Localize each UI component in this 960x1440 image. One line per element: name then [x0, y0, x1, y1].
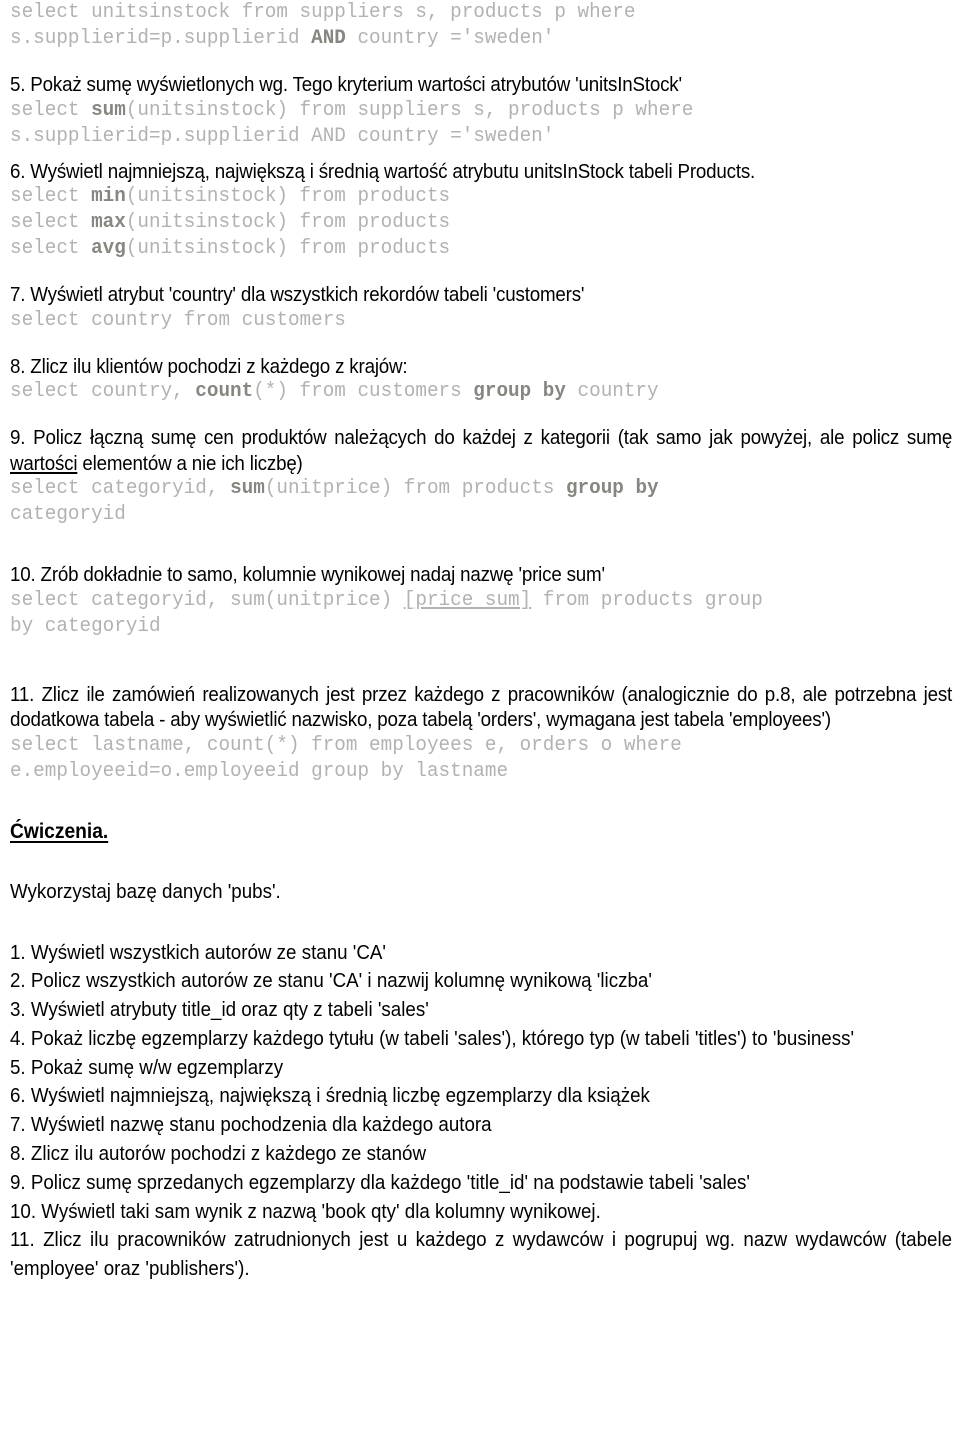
code-block-q11: select lastname, count(*) from employees… [10, 733, 682, 783]
exercise-item: 7. Wyświetl nazwę stanu pochodzenia dla … [10, 1113, 492, 1137]
document-page: select unitsinstock from suppliers s, pr… [0, 0, 960, 1440]
exercise-item: 6. Wyświetl najmniejszą, największą i śr… [10, 1084, 650, 1108]
exercise-item: 11. Zlicz ilu pracowników zatrudnionych … [10, 1228, 953, 1281]
exercise-item: 10. Wyświetl taki sam wynik z nazwą 'boo… [10, 1199, 601, 1223]
exercise-item: 2. Policz wszystkich autorów ze stanu 'C… [10, 969, 652, 993]
exercise-item: 8. Zlicz ilu autorów pochodzi z każdego … [10, 1142, 427, 1166]
question-7: 7. Wyświetl atrybut 'country' dla wszyst… [10, 283, 585, 306]
code-block-q7: select country from customers [10, 308, 346, 332]
exercises-heading-wrap: Ćwiczenia. [10, 819, 952, 845]
document-content: select unitsinstock from suppliers s, pr… [10, 0, 952, 1284]
question-9: 9. Policz łączną sumę cen produktów nale… [10, 426, 953, 475]
code-block-q10: select categoryid, sum(unitprice) [price… [10, 588, 763, 638]
code-block-q6: select min(unitsinstock) from products s… [10, 185, 451, 260]
code-block-q4-continued: select unitsinstock from suppliers s, pr… [10, 1, 636, 50]
question-5: 5. Pokaż sumę wyświetlonych wg. Tego kry… [10, 73, 682, 96]
exercise-item: 3. Wyświetl atrybuty title_id oraz qty z… [10, 998, 429, 1022]
exercise-item: 1. Wyświetl wszystkich autorów ze stanu … [10, 940, 387, 964]
question-8: 8. Zlicz ilu klientów pochodzi z każdego… [10, 354, 408, 378]
exercise-item: 5. Pokaż sumę w/w egzemplarzy [10, 1055, 284, 1079]
code-block-q5: select sum(unitsinstock) from suppliers … [10, 98, 694, 148]
exercises-intro: Wykorzystaj bazę danych 'pubs'. [10, 879, 281, 903]
code-block-q9: select categoryid, sum(unitprice) from p… [10, 477, 659, 526]
exercise-item: 4. Pokaż liczbę egzemplarzy każdego tytu… [10, 1026, 855, 1050]
exercises-list: 1. Wyświetl wszystkich autorów ze stanu … [10, 939, 952, 1285]
code-block-q8: select country, count(*) from customers … [10, 380, 659, 403]
question-6: 6. Wyświetl najmniejszą, największą i śr… [10, 159, 756, 183]
question-10: 10. Zrób dokładnie to samo, kolumnie wyn… [10, 563, 605, 586]
exercises-heading: Ćwiczenia. [10, 819, 109, 843]
question-11: 11. Zlicz ile zamówień realizowanych jes… [10, 682, 953, 732]
exercise-item: 9. Policz sumę sprzedanych egzemplarzy d… [10, 1170, 751, 1194]
